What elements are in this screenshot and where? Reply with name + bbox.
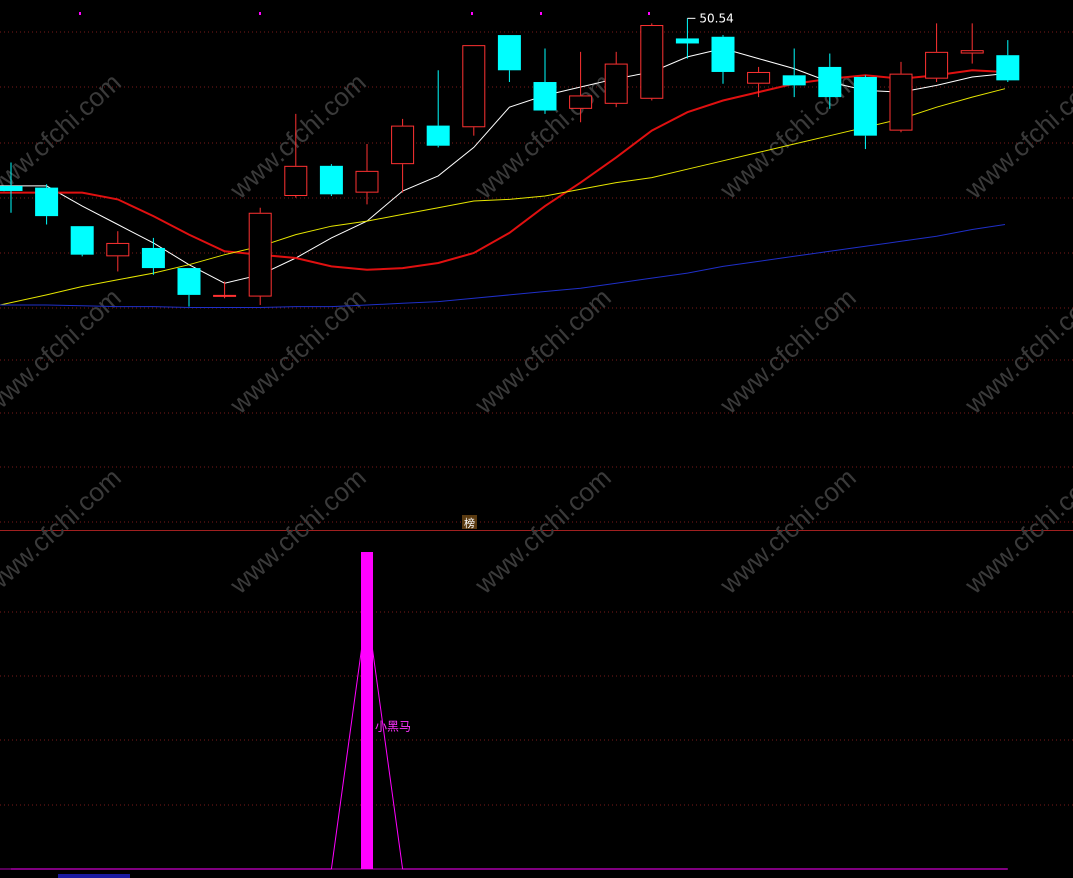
candle-body [284, 165, 308, 196]
indicator-line [11, 609, 1008, 870]
candle-body [533, 82, 557, 111]
candle-body [818, 66, 842, 98]
top-marker [259, 12, 261, 15]
candle [319, 164, 343, 196]
candle-body [996, 55, 1020, 81]
candle [889, 61, 913, 133]
watermark-text: www.cfchi.com [713, 282, 862, 420]
watermark-text: www.cfchi.com [223, 282, 372, 420]
candle [711, 35, 735, 84]
candle [248, 207, 272, 305]
candle-body [782, 75, 806, 86]
candle [462, 45, 486, 136]
candle-body [925, 51, 949, 79]
signal-label: 小黑马 [375, 719, 411, 733]
candle [70, 226, 94, 257]
top-marker [471, 12, 473, 15]
indicator-layer [0, 552, 1008, 878]
candle-body [106, 242, 130, 257]
candle-body [141, 247, 165, 269]
candle-body [70, 226, 94, 255]
candle-body [319, 165, 343, 195]
watermark-layer: www.cfchi.com www.cfchi.com www.cfchi.com w… [0, 67, 1073, 600]
candle-body [889, 73, 913, 131]
watermark-text: www.cfchi.com [0, 462, 127, 600]
stock-chart: www.cfchi.com www.cfchi.com www.cfchi.com w… [0, 11, 1073, 878]
candle [35, 184, 59, 225]
candle-body [497, 35, 521, 71]
candle [141, 237, 165, 275]
candle-body [213, 294, 237, 297]
candle [747, 66, 771, 98]
candle [106, 231, 130, 272]
candle-body [0, 185, 23, 191]
watermark-text: www.cfchi.com [0, 282, 127, 420]
candle [675, 18, 699, 59]
indicator-bar [361, 552, 373, 869]
candle-body [355, 170, 379, 193]
top-marker [540, 12, 542, 15]
high-price-marker: 50.54 [687, 11, 734, 25]
candle [355, 144, 379, 205]
candle [497, 35, 521, 83]
watermark-text: www.cfchi.com [0, 67, 127, 205]
candle-body [391, 125, 415, 165]
scrollbar-thumb [58, 874, 130, 878]
candle [640, 23, 664, 101]
candle-body [569, 95, 593, 109]
candle-body [462, 45, 486, 128]
watermark-text: www.cfchi.com [223, 462, 372, 600]
candle [960, 23, 984, 64]
panel-tag-label: 榜 [464, 516, 475, 530]
candle-body [604, 63, 628, 104]
candle-body [640, 25, 664, 99]
candle [213, 281, 237, 299]
candle [782, 48, 806, 98]
top-marker [79, 12, 81, 15]
candle-body [177, 268, 201, 295]
candle-body [960, 50, 984, 54]
candle [426, 70, 450, 148]
candle [533, 48, 557, 114]
candle [177, 268, 201, 307]
panel-tag: 榜 [462, 515, 477, 530]
high-price-label: 50.54 [699, 11, 733, 25]
candle-body [747, 71, 771, 84]
watermark-text: www.cfchi.com [958, 462, 1073, 600]
watermark-text: www.cfchi.com [958, 282, 1073, 420]
watermark-text: www.cfchi.com [713, 462, 862, 600]
candle [996, 40, 1020, 83]
candle [391, 118, 415, 193]
chart-stage: www.cfchi.com www.cfchi.com www.cfchi.com w… [0, 0, 1073, 878]
candle-body [711, 36, 735, 72]
candle-body [675, 38, 699, 44]
watermark-text: www.cfchi.com [468, 462, 617, 600]
candle-body [35, 187, 59, 217]
candle-body [853, 76, 877, 136]
candle-body [426, 125, 450, 146]
candle-body [248, 212, 272, 297]
candle [604, 51, 628, 108]
candle [853, 75, 877, 150]
watermark-text: www.cfchi.com [468, 282, 617, 420]
watermark-text: www.cfchi.com [958, 67, 1073, 205]
top-marker [648, 12, 650, 15]
